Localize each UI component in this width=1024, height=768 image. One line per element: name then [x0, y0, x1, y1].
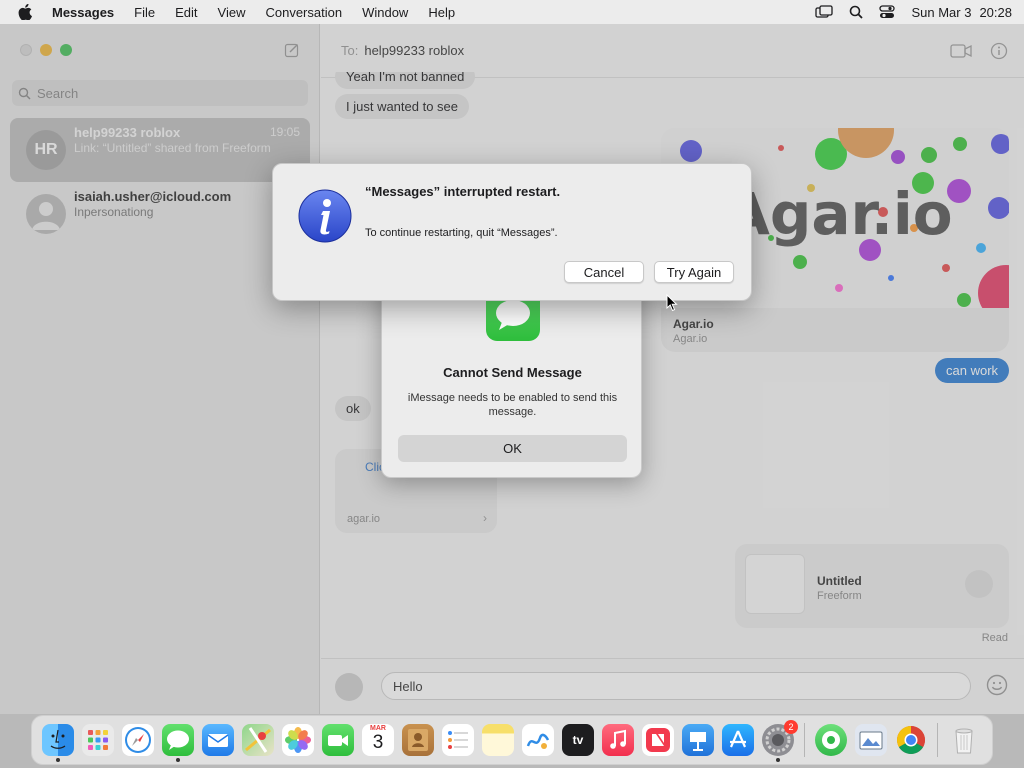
chrome-icon[interactable] [895, 724, 927, 756]
try-again-button[interactable]: Try Again [654, 261, 734, 283]
menu-edit[interactable]: Edit [175, 5, 197, 20]
alert-message: To continue restarting, quit “Messages”. [365, 227, 558, 239]
dock-separator [804, 723, 805, 757]
running-indicator [56, 758, 60, 762]
menu-help[interactable]: Help [428, 5, 455, 20]
calendar-day: 3 [372, 732, 384, 753]
finder-icon[interactable] [42, 724, 74, 762]
dialog-title: Cannot Send Message [443, 365, 582, 380]
calendar-month: MAR [370, 725, 386, 732]
cancel-button[interactable]: Cancel [564, 261, 644, 283]
tv-icon[interactable]: tv [562, 724, 594, 756]
safari-icon[interactable] [122, 724, 154, 756]
trash-icon[interactable] [948, 724, 980, 756]
freeform-icon[interactable] [522, 724, 554, 756]
menu-date: Sun Mar 3 [911, 4, 972, 20]
calendar-icon[interactable]: MAR 3 [362, 724, 394, 756]
menu-bar: Messages File Edit View Conversation Win… [0, 0, 1024, 24]
system-settings-icon[interactable]: 2 [762, 720, 798, 762]
dock: MAR 3 tv 2 [31, 715, 993, 765]
menu-conversation[interactable]: Conversation [265, 5, 342, 20]
menu-file[interactable]: File [134, 5, 155, 20]
mouse-cursor-icon [666, 293, 678, 317]
running-indicator [776, 758, 780, 762]
news-icon[interactable] [642, 724, 674, 756]
dialog-message: iMessage needs to be enabled to send thi… [407, 392, 618, 418]
menu-view[interactable]: View [218, 5, 246, 20]
restart-alert-dialog: “Messages” interrupted restart. To conti… [272, 163, 752, 301]
menu-app-name[interactable]: Messages [52, 5, 114, 20]
menu-time: 20:28 [979, 4, 1012, 20]
ok-button[interactable]: OK [398, 435, 627, 462]
menu-clock[interactable]: Sun Mar 3 20:28 [911, 5, 1012, 20]
dock-separator [937, 723, 938, 757]
contacts-icon[interactable] [402, 724, 434, 756]
messages-icon[interactable] [162, 724, 194, 762]
facetime-icon[interactable] [322, 724, 354, 756]
launchpad-icon[interactable] [82, 724, 114, 756]
apple-menu-icon[interactable] [18, 4, 36, 20]
maps-icon[interactable] [242, 724, 274, 756]
screen-mirroring-icon[interactable] [815, 5, 834, 19]
mail-icon[interactable] [202, 724, 234, 756]
notes-icon[interactable] [482, 724, 514, 756]
reminders-icon[interactable] [442, 724, 474, 756]
menu-window[interactable]: Window [362, 5, 408, 20]
preview-icon[interactable] [855, 724, 887, 756]
music-icon[interactable] [602, 724, 634, 756]
notification-badge: 2 [784, 720, 798, 734]
keynote-icon[interactable] [682, 724, 714, 756]
control-center-icon[interactable] [879, 5, 896, 19]
find-my-icon[interactable] [815, 724, 847, 756]
info-icon [297, 188, 353, 244]
running-indicator [176, 758, 180, 762]
tv-label: tv [572, 733, 584, 747]
spotlight-search-icon[interactable] [849, 5, 864, 19]
alert-title: “Messages” interrupted restart. [365, 184, 561, 199]
photos-icon[interactable] [282, 724, 314, 756]
app-store-icon[interactable] [722, 724, 754, 756]
